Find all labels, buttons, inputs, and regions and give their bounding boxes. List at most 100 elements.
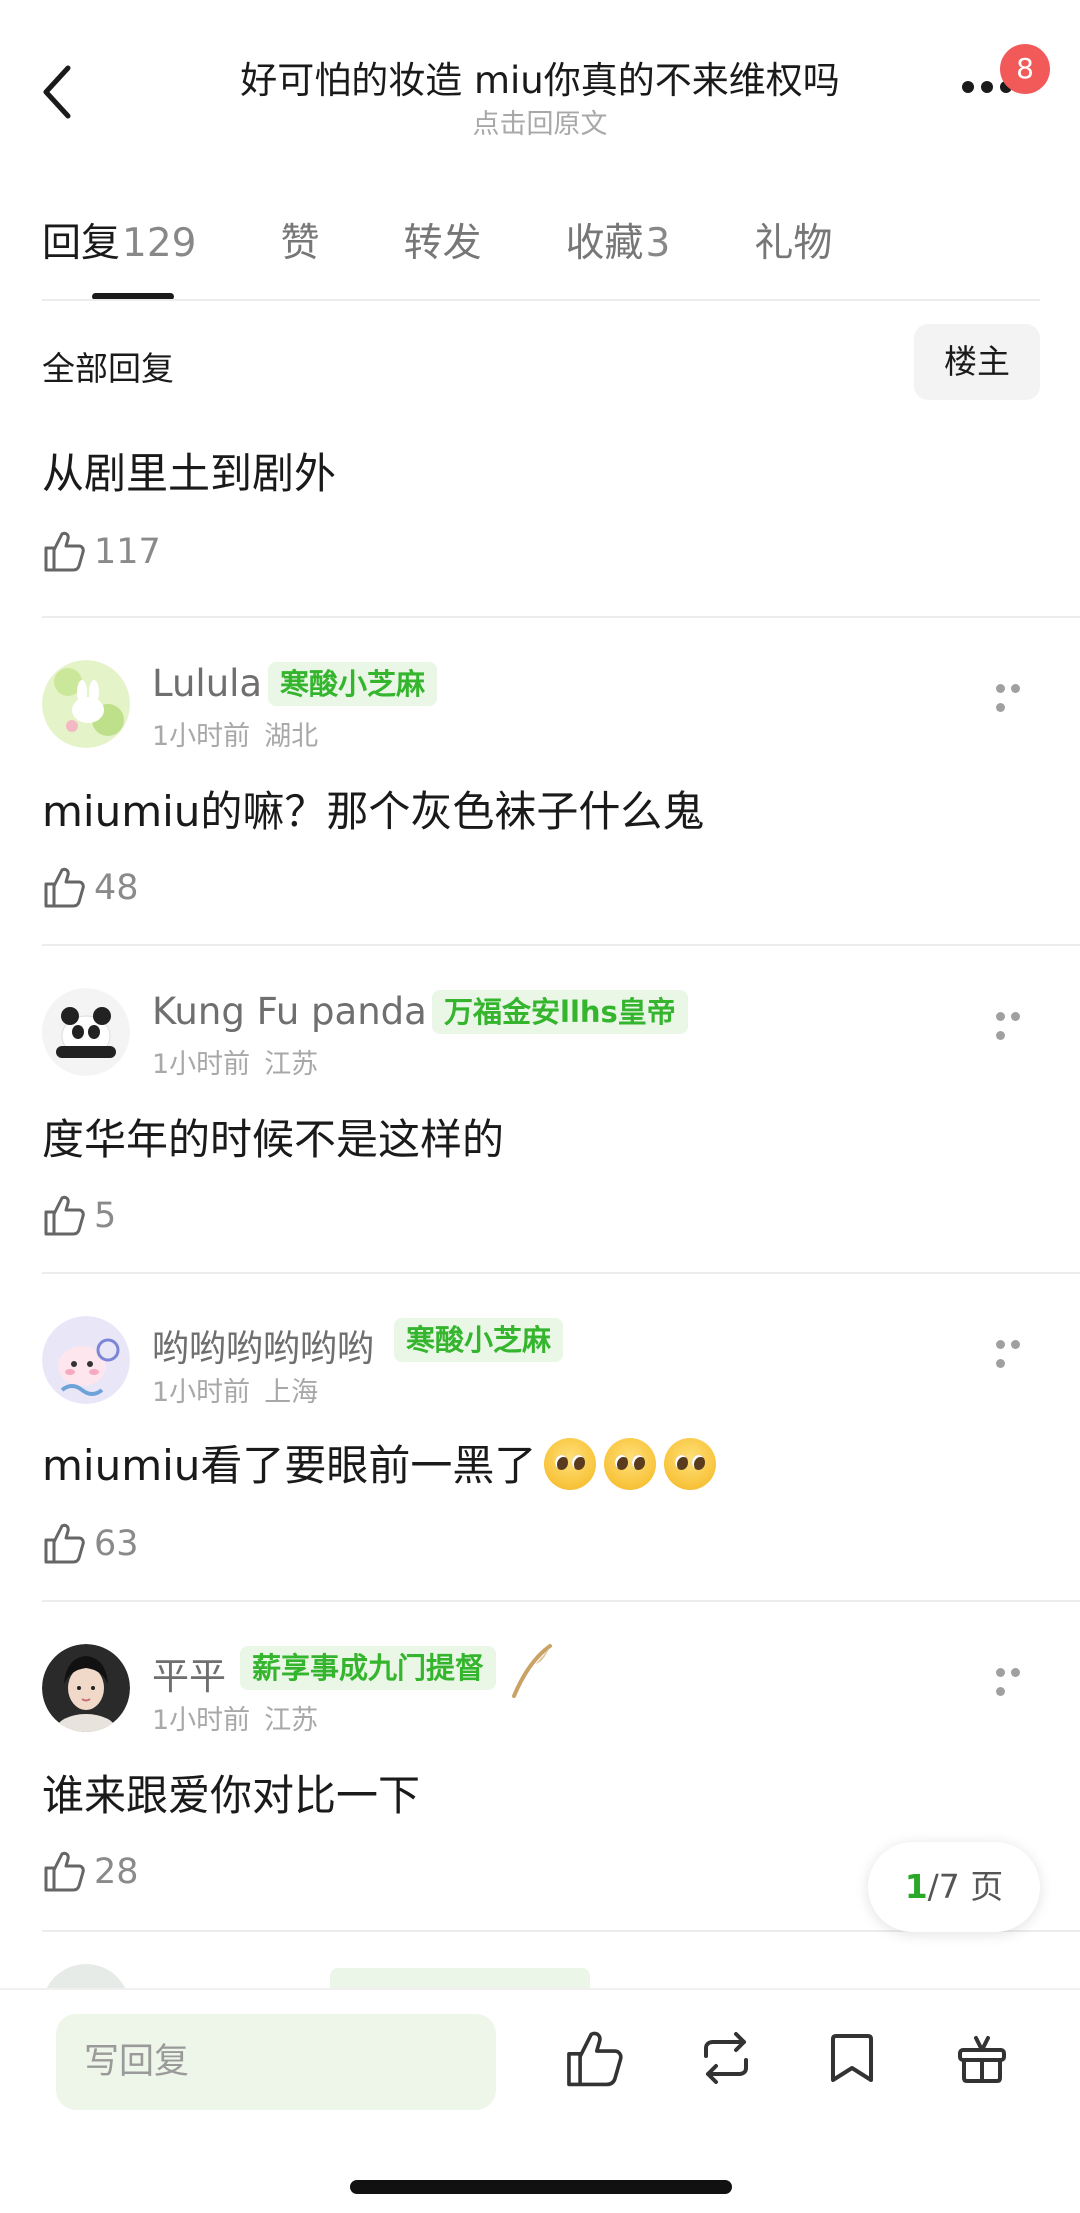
tab-count: 3 — [645, 221, 671, 266]
tab-bar: 回复129 赞 转发 收藏3 礼物 — [42, 212, 916, 292]
dot-icon — [1011, 1340, 1020, 1349]
tab-gifts[interactable]: 礼物 — [754, 212, 832, 292]
comment-more-button[interactable] — [996, 1662, 1040, 1696]
gift-button[interactable] — [950, 2026, 1014, 2090]
comment-time: 1小时前 — [152, 721, 251, 752]
comment-location: 江苏 — [264, 1049, 319, 1080]
comment-more-button[interactable] — [996, 1006, 1040, 1040]
comment-time: 1小时前 — [152, 1049, 251, 1080]
thumbs-up-icon — [44, 867, 85, 908]
tab-label: 收藏 — [565, 221, 644, 266]
comment-text: 度华年的时候不是这样的 — [42, 1115, 505, 1164]
fan-badge: 寒酸小芝麻 — [394, 1318, 564, 1362]
username[interactable]: 哟哟哟哟哟哟 — [152, 1318, 374, 1372]
back-button[interactable] — [38, 62, 82, 122]
current-page: 1 — [904, 1867, 928, 1906]
pleading-face-emoji-icon — [544, 1438, 597, 1490]
comment-meta: 1小时前 湖北 — [152, 714, 318, 753]
bookmark-button[interactable] — [820, 2026, 884, 2090]
divider — [42, 616, 1080, 618]
comment-text: 谁来跟爱你对比一下 — [42, 1771, 421, 1820]
username[interactable]: 平平 — [152, 1646, 226, 1700]
username[interactable]: Lulula — [152, 662, 262, 705]
bookmark-icon — [831, 2034, 873, 2082]
divider — [42, 1600, 1080, 1602]
owner-filter-button[interactable]: 楼主 — [914, 324, 1040, 400]
comment-location: 上海 — [264, 1377, 319, 1408]
avatar[interactable] — [42, 1644, 130, 1732]
tab-count: 129 — [122, 221, 197, 266]
comment-location: 江苏 — [264, 1705, 319, 1736]
tab-label: 回复 — [42, 221, 121, 266]
dot-icon — [1011, 1668, 1020, 1677]
next-comment-partial — [0, 1960, 1080, 1990]
thumbs-up-icon — [44, 1195, 85, 1236]
dot-icon — [996, 1668, 1005, 1677]
avatar[interactable] — [42, 988, 130, 1076]
comment-time: 1小时前 — [152, 1705, 251, 1736]
top-nav-bar: 好可怕的妆造 miu你真的不来维权吗 点击回原文 8 — [0, 0, 1080, 150]
dot-icon — [996, 684, 1005, 693]
divider — [42, 299, 1040, 301]
comment-text-content: miumiu看了要眼前一黑了 — [42, 1441, 537, 1490]
reply-text: 从剧里土到剧外 — [42, 449, 337, 498]
dot-icon — [996, 1359, 1005, 1368]
repost-icon — [704, 2032, 748, 2084]
dot-icon — [996, 1031, 1005, 1040]
dot-icon — [1011, 684, 1020, 693]
notification-badge: 8 — [1000, 44, 1050, 94]
repost-button[interactable] — [694, 2026, 758, 2090]
dot-icon — [996, 703, 1005, 712]
tab-favorites[interactable]: 收藏3 — [566, 212, 671, 292]
comment-text: miumiu的嘛？那个灰色袜子什么鬼 — [42, 787, 705, 836]
tab-replies[interactable]: 回复129 — [42, 212, 196, 292]
avatar[interactable] — [42, 1316, 130, 1404]
dot-icon — [981, 81, 993, 93]
thumbs-up-icon — [44, 1523, 85, 1564]
divider — [42, 1272, 1080, 1274]
tab-likes[interactable]: 赞 — [280, 212, 319, 292]
comment-more-button[interactable] — [996, 1334, 1040, 1368]
tab-label: 赞 — [280, 221, 320, 266]
fan-badge: 寒酸小芝麻 — [268, 662, 438, 706]
username[interactable]: Kung Fu panda — [152, 990, 427, 1033]
like-count: 5 — [94, 1196, 117, 1236]
like-count: 63 — [94, 1524, 139, 1564]
divider — [42, 944, 1080, 946]
comment-meta: 1小时前 上海 — [152, 1370, 318, 1409]
avatar[interactable] — [42, 660, 130, 748]
post-title[interactable]: 好可怕的妆造 miu你真的不来维权吗 — [150, 50, 930, 104]
thumbs-up-icon — [44, 1851, 85, 1892]
fan-badge: 薪享事成九门提督 — [240, 1646, 497, 1690]
like-count: 28 — [94, 1852, 139, 1892]
comment-text: miumiu看了要眼前一黑了 — [42, 1432, 717, 1493]
comment-more-button[interactable] — [996, 678, 1040, 712]
back-to-original-link[interactable]: 点击回原文 — [150, 102, 930, 141]
avatar — [42, 1964, 130, 1990]
dot-icon — [996, 1340, 1005, 1349]
fan-badge: 万福金安llhs皇帝 — [432, 990, 688, 1034]
like-count: 48 — [94, 868, 139, 908]
tab-label: 礼物 — [754, 221, 833, 266]
tab-label: 转发 — [403, 221, 482, 266]
tab-reposts[interactable]: 转发 — [403, 212, 481, 292]
reply-input[interactable]: 写回复 — [56, 2014, 496, 2110]
dot-icon — [996, 1012, 1005, 1021]
dot-icon — [996, 1687, 1005, 1696]
quill-badge-icon — [512, 1644, 552, 1698]
like-post-button[interactable] — [562, 2026, 626, 2090]
thumbs-up-icon — [44, 531, 85, 572]
chevron-left-icon — [43, 65, 71, 119]
page-indicator[interactable]: 1/7 页 — [868, 1842, 1040, 1932]
thumbs-up-icon — [567, 2031, 623, 2087]
like-count: 117 — [94, 532, 161, 572]
home-indicator — [350, 2180, 732, 2194]
comment-time: 1小时前 — [152, 1377, 251, 1408]
comment-meta: 1小时前 江苏 — [152, 1698, 318, 1737]
dot-icon — [962, 81, 974, 93]
fan-badge — [330, 1968, 590, 1990]
pleading-face-emoji-icon — [604, 1438, 657, 1490]
dot-icon — [1011, 1012, 1020, 1021]
section-title: 全部回复 — [42, 349, 174, 388]
gift-icon — [958, 2036, 1006, 2083]
